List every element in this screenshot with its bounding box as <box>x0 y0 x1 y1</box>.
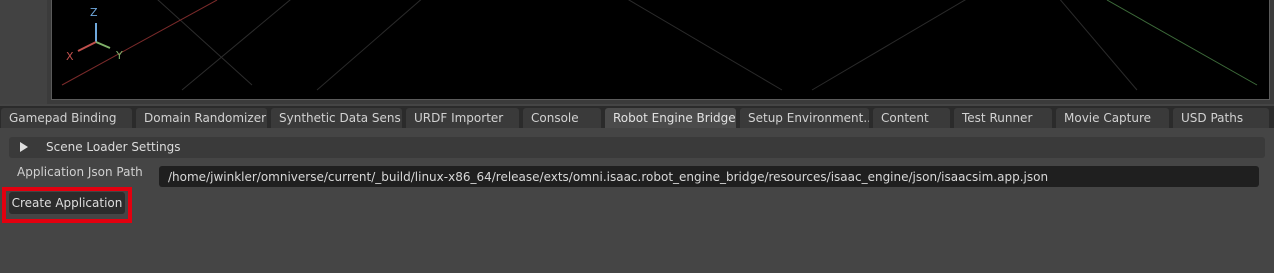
viewport-frame: Z X Y <box>0 0 1274 104</box>
viewport-grid <box>61 0 1258 91</box>
tab-usd-paths[interactable]: USD Paths <box>1173 108 1269 128</box>
tab-movie-capture[interactable]: Movie Capture <box>1056 108 1169 128</box>
tab-domain-randomizer[interactable]: Domain Randomizer <box>136 108 267 128</box>
viewport-canvas[interactable]: Z X Y <box>51 0 1270 100</box>
tab-synthetic-data-sensors[interactable]: Synthetic Data Sens... <box>271 108 402 128</box>
axis-z-label: Z <box>90 6 98 19</box>
scene-loader-settings-header[interactable]: Scene Loader Settings <box>9 137 1265 158</box>
axis-x-label: X <box>66 50 74 63</box>
panel-tab-bar: Gamepad Binding Domain Randomizer Synthe… <box>0 106 1274 128</box>
create-application-button[interactable]: Create Application <box>9 192 125 214</box>
tab-urdf-importer[interactable]: URDF Importer <box>406 108 519 128</box>
scene-loader-settings-label: Scene Loader Settings <box>46 140 181 154</box>
axis-y-label: Y <box>116 49 123 62</box>
tab-console[interactable]: Console <box>523 108 601 128</box>
axis-gizmo-icon <box>77 23 111 52</box>
tab-content[interactable]: Content <box>873 108 950 128</box>
tab-test-runner[interactable]: Test Runner <box>954 108 1052 128</box>
tab-robot-engine-bridge[interactable]: Robot Engine Bridge <box>605 108 736 128</box>
expand-triangle-icon <box>20 142 28 152</box>
application-json-path-label: Application Json Path <box>17 165 143 179</box>
tab-gamepad-binding[interactable]: Gamepad Binding <box>1 108 132 128</box>
viewport-side-toolbar <box>0 0 47 104</box>
application-json-path-field[interactable]: /home/jwinkler/omniverse/current/_build/… <box>159 166 1259 187</box>
tab-setup-environment[interactable]: Setup Environment... <box>740 108 869 128</box>
